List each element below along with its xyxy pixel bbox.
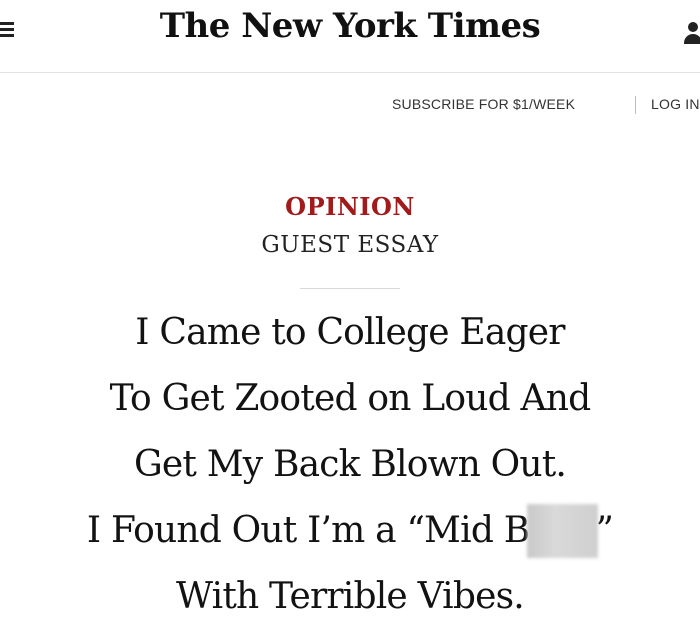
headline-line-1: I Came to College Eager	[135, 312, 565, 353]
login-link[interactable]: LOG IN	[651, 96, 700, 112]
account-icon[interactable]	[678, 20, 700, 46]
section-kicker[interactable]: OPINION	[0, 192, 700, 221]
article-type-label: GUEST ESSAY	[261, 232, 439, 258]
headline-line-2: To Get Zooted on Loud And	[109, 378, 592, 419]
headline-line-5: With Terrible Vibes.	[176, 576, 525, 617]
censored-word: itch	[529, 498, 595, 564]
nav-divider	[635, 96, 636, 114]
headline-line-4-start: I Found Out I’m a “Mid B	[86, 510, 530, 551]
headline-line-3: Get My Back Blown Out.	[133, 444, 567, 485]
headline-line-4: I Found Out I’m a “Mid Bitch”	[0, 498, 700, 564]
headline-line-4-end: ”	[595, 510, 614, 551]
subscription-nav: SUBSCRIBE FOR $1/WEEK LOG IN	[0, 96, 700, 116]
article-headline: I Came to College Eager To Get Zooted on…	[0, 300, 700, 630]
masthead-logo[interactable]: The New York Times	[0, 6, 700, 46]
top-bar: The New York Times	[0, 0, 700, 73]
headline-divider	[300, 288, 400, 289]
subscribe-link[interactable]: SUBSCRIBE FOR $1/WEEK	[392, 96, 575, 112]
